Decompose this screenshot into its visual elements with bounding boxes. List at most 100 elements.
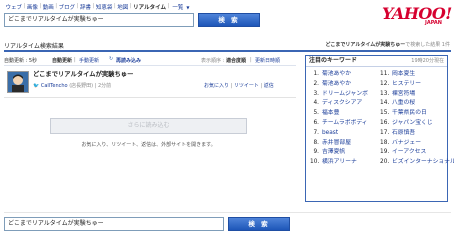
keyword-link[interactable]: 千葉県民の日 [392, 110, 427, 116]
keyword-rank: 15. [380, 110, 390, 117]
keyword-link[interactable]: 八重の桜 [392, 100, 415, 106]
nav-realtime-current: リアルタイム [133, 5, 166, 11]
nav-images[interactable]: 画像 [25, 3, 39, 11]
keyword-link[interactable]: イーアクセス [392, 149, 426, 155]
keyword-link[interactable]: ドリームジャンボ [322, 91, 368, 97]
keyword-item[interactable]: 12. ヒステリー [380, 80, 446, 90]
result-title[interactable]: どこまでリアルタイムが実験ちゅー [33, 69, 133, 78]
keyword-rank: 16. [380, 119, 390, 126]
keyword-column-left: 1. 菊池あやか 2. 菊池あやか 3. ドリームジャンボ 4. ディスクシアア 5. 福本豊 6.… [310, 70, 376, 168]
manual-update-link[interactable]: 手動更新 [79, 57, 99, 64]
keyword-rank: 7. [313, 129, 319, 136]
nav-map[interactable]: 地図 [116, 3, 130, 11]
favorite-link[interactable]: お気に入り [204, 83, 229, 89]
result-query: どこまでリアルタイムが実験ちゅー [325, 42, 406, 48]
result-time: 2分前 [97, 83, 112, 89]
meta-separator: | [94, 83, 97, 89]
keyword-rank: 8. [313, 139, 319, 146]
keyword-item[interactable]: 10. 横浜アリーナ [310, 158, 376, 168]
keyword-item[interactable]: 2. 菊池あやか [310, 80, 376, 90]
reload-link[interactable]: 再読み込み [116, 57, 141, 64]
keyword-item[interactable]: 8. 赤井冒部屋 [310, 139, 376, 149]
nav-chiebukuro[interactable]: 知恵袋 [94, 3, 114, 11]
keyword-link[interactable]: 横浜アリーナ [322, 159, 357, 165]
avatar-image [8, 72, 28, 92]
external-notice: お気に入り、リツイート、返信は、外部サイトを開きます。 [81, 142, 216, 148]
result-meta: 🐦 CallTencho (店長野田) | 2分前 [33, 82, 111, 89]
bottom-search-input[interactable]: どこまでリアルタイムが実験ちゅー [4, 217, 224, 231]
keyword-link[interactable]: ヒステリー [392, 81, 421, 87]
keyword-link[interactable]: チームラボボディ [322, 120, 368, 126]
chevron-down-icon: ▼ [186, 5, 190, 10]
keyword-panel-time: 19時20分現在 [411, 58, 444, 64]
keyword-item[interactable]: 7. beast [310, 129, 376, 139]
keyword-link[interactable]: 裸宮符場 [392, 91, 415, 97]
keyword-item[interactable]: 6. チームラボボディ [310, 119, 376, 129]
result-suffix: で検索した結果 1件 [405, 42, 450, 48]
nav-dictionary[interactable]: 辞書 [79, 3, 93, 11]
keyword-link[interactable]: 赤井冒部屋 [322, 140, 351, 146]
keyword-item[interactable]: 11. 岡本夏生 [380, 70, 446, 80]
result-count: どこまでリアルタイムが実験ちゅーで検索した結果 1件 [326, 41, 450, 48]
keyword-rank: 18. [380, 139, 390, 146]
nav-video[interactable]: 動画 [41, 3, 55, 11]
keyword-link[interactable]: ジャパン宝くじ [392, 120, 433, 126]
display-order-label: 表示順序 : [201, 58, 225, 64]
keyword-item[interactable]: 4. ディスクシアア [310, 99, 376, 109]
keyword-rank: 19. [380, 149, 390, 156]
reply-link[interactable]: 返信 [264, 83, 274, 89]
keyword-link[interactable]: 福本豊 [322, 110, 339, 116]
keyword-panel: 注目のキーワード 19時20分現在 1. 菊池あやか 2. 菊池あやか 3. ドリームジャ… [305, 55, 454, 202]
keyword-rank: 12. [380, 80, 390, 87]
autoupdate-option[interactable]: 自動更新 [52, 57, 72, 64]
keyword-item[interactable]: 14. 八重の桜 [380, 99, 446, 109]
keyword-rank: 14. [380, 100, 390, 107]
keyword-link[interactable]: 吉澤夏帆 [322, 149, 345, 155]
header-divider [4, 50, 451, 52]
keyword-link[interactable]: バナジェー [392, 140, 421, 146]
keyword-link[interactable]: 石原慎吾 [392, 130, 415, 136]
keyword-link[interactable]: 菊池あやか [322, 81, 351, 87]
keyword-panel-header: 注目のキーワード 19時20分現在 [306, 56, 447, 67]
autoupdate-label: 自動更新 : 5秒 [4, 58, 38, 64]
keyword-link[interactable]: 岡本夏生 [392, 71, 415, 77]
load-more-button[interactable]: さらに読み込む [50, 118, 247, 134]
keyword-item[interactable]: 3. ドリームジャンボ [310, 90, 376, 100]
search-button[interactable]: 検 索 [198, 13, 260, 27]
keyword-rank: 4. [313, 100, 319, 107]
keyword-link[interactable]: 菊池あやか [322, 71, 351, 77]
nav-list[interactable]: 一覧 ▼ [169, 3, 192, 11]
keyword-link[interactable]: ビズインターナショナル [392, 159, 454, 165]
nav-blog[interactable]: ブログ [57, 3, 77, 11]
keyword-item[interactable]: 1. 菊池あやか [310, 70, 376, 80]
keyword-item[interactable]: 13. 裸宮符場 [380, 90, 446, 100]
order-latest-link[interactable]: 更新日時順 [255, 57, 280, 64]
keyword-rank: 11. [380, 71, 390, 77]
keyword-link[interactable]: beast [322, 130, 338, 136]
keyword-item[interactable]: 20. ビズインターナショナル [380, 158, 454, 168]
retweet-link[interactable]: リツイート [234, 83, 259, 89]
keyword-item[interactable]: 15. 千葉県民の日 [380, 109, 446, 119]
keyword-item[interactable]: 17. 石原慎吾 [380, 129, 446, 139]
result-place: (店長野田) [69, 83, 94, 89]
nav-web[interactable]: ウェブ [4, 3, 24, 11]
search-input[interactable]: どこまでリアルタイムが実験ちゅー [4, 13, 194, 27]
keyword-item[interactable]: 18. バナジェー [380, 139, 446, 149]
order-relevance: 適合度順 [226, 58, 247, 64]
yahoo-japan-logo[interactable]: YAHOO! JAPAN [382, 6, 452, 36]
top-nav: ウェブ | 画像 | 動画 | ブログ | 辞書 | 知恵袋 | 地図 | リアルタイム | 一… [4, 3, 192, 11]
actions-separator: | [230, 83, 233, 89]
avatar[interactable] [7, 71, 29, 93]
bottom-divider [4, 212, 451, 213]
result-user[interactable]: CallTencho [41, 83, 68, 89]
keyword-item[interactable]: 5. 福本豊 [310, 109, 376, 119]
reload-icon: ↻ [109, 56, 114, 62]
keyword-item[interactable]: 9. 吉澤夏帆 [310, 148, 376, 158]
list-item: どこまでリアルタイムが実験ちゅー 🐦 CallTencho (店長野田) | 2… [4, 67, 296, 98]
keyword-item[interactable]: 16. ジャパン宝くじ [380, 119, 446, 129]
keyword-link[interactable]: ディスクシアア [322, 100, 362, 106]
bottom-search-button[interactable]: 検 索 [228, 217, 290, 231]
keyword-item[interactable]: 19. イーアクセス [380, 148, 446, 158]
twitter-bird-icon: 🐦 [33, 83, 40, 89]
keyword-rank: 17. [380, 129, 390, 136]
